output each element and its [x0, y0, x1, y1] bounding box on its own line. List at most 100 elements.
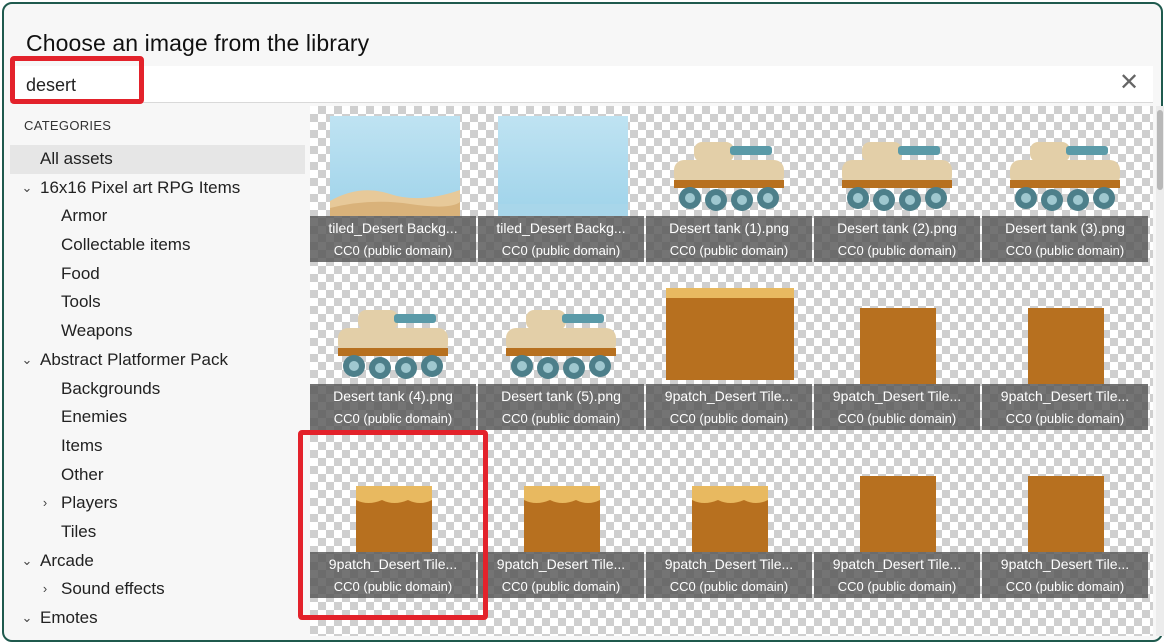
- asset-name: 9patch_Desert Tile...: [814, 552, 980, 576]
- categories-sidebar: CATEGORIES All assets ⌄ 16x16 Pixel art RP…: [10, 108, 305, 638]
- asset-tile[interactable]: 9patch_Desert Tile... CC0 (public domain): [310, 442, 476, 598]
- asset-thumbnail: [814, 106, 980, 216]
- asset-tile[interactable]: Desert tank (2).png CC0 (public domain): [814, 106, 980, 262]
- sidebar-item-all-assets[interactable]: All assets: [10, 145, 305, 174]
- sidebar-item-label: Tiles: [61, 521, 97, 541]
- asset-name: 9patch_Desert Tile...: [646, 384, 812, 408]
- asset-license: CC0 (public domain): [310, 408, 476, 430]
- asset-name: 9patch_Desert Tile...: [310, 552, 476, 576]
- categories-header: CATEGORIES: [24, 118, 112, 133]
- sidebar-item-other[interactable]: Other: [10, 461, 305, 490]
- sidebar-item-label: Enemies: [61, 407, 128, 427]
- sidebar-item-label: Backgrounds: [61, 378, 161, 398]
- sidebar-item-label: Collectable items: [61, 235, 191, 255]
- sidebar-item-weapons[interactable]: Weapons: [10, 317, 305, 346]
- sidebar-item-arcade[interactable]: ⌄ Arcade: [10, 547, 305, 576]
- asset-thumbnail: [982, 442, 1148, 552]
- dialog-title: Choose an image from the library: [26, 30, 370, 56]
- asset-tile[interactable]: tiled_Desert Backg... CC0 (public domain): [310, 106, 476, 262]
- asset-license: CC0 (public domain): [310, 240, 476, 262]
- asset-tile[interactable]: Desert tank (3).png CC0 (public domain): [982, 106, 1148, 262]
- asset-tile[interactable]: 9patch_Desert Tile... CC0 (public domain): [478, 442, 644, 598]
- sidebar-item-label: Emotes: [40, 608, 98, 627]
- asset-tile[interactable]: Desert tank (4).png CC0 (public domain): [310, 274, 476, 430]
- search-bar: ✕: [10, 66, 1153, 103]
- sidebar-item-label: Items: [61, 435, 103, 455]
- sidebar-item-label: Tools: [61, 292, 101, 312]
- asset-name: Desert tank (4).png: [310, 384, 476, 408]
- asset-thumbnail: [982, 274, 1148, 384]
- asset-thumbnail: [646, 442, 812, 552]
- sidebar-item-tiles[interactable]: Tiles: [10, 518, 305, 547]
- asset-thumbnail: [814, 442, 980, 552]
- sidebar-item-abstract-platformer-pack[interactable]: ⌄ Abstract Platformer Pack: [10, 346, 305, 375]
- asset-name: 9patch_Desert Tile...: [982, 384, 1148, 408]
- asset-thumbnail: [310, 442, 476, 552]
- sidebar-item-label: Abstract Platformer Pack: [40, 349, 229, 369]
- sidebar-item-16x16-pixel-art-rpg-items[interactable]: ⌄ 16x16 Pixel art RPG Items: [10, 174, 305, 203]
- sidebar-item-label: Weapons: [61, 321, 133, 341]
- asset-name: 9patch_Desert Tile...: [814, 384, 980, 408]
- sidebar-item-food[interactable]: Food: [10, 260, 305, 289]
- sidebar-item-collectable-items[interactable]: Collectable items: [10, 231, 305, 260]
- asset-thumbnail: [478, 106, 644, 216]
- scrollbar-thumb[interactable]: [1157, 110, 1163, 190]
- asset-grid: tiled_Desert Backg... CC0 (public domain)…: [310, 106, 1153, 636]
- sidebar-item-label: All assets: [40, 149, 113, 168]
- sidebar-item-label: Arcade: [40, 550, 94, 570]
- sidebar-item-sound-effects[interactable]: › Sound effects: [10, 575, 305, 604]
- sidebar-item-emotes[interactable]: ⌄ Emotes: [10, 604, 305, 633]
- asset-license: CC0 (public domain): [814, 408, 980, 430]
- asset-thumbnail: [814, 274, 980, 384]
- sidebar-item-label: Other: [61, 464, 104, 484]
- asset-tile[interactable]: 9patch_Desert Tile... CC0 (public domain): [814, 442, 980, 598]
- asset-license: CC0 (public domain): [646, 408, 812, 430]
- chevron-down-icon[interactable]: ⌄: [20, 174, 34, 202]
- sidebar-item-label: Food: [61, 263, 100, 283]
- asset-license: CC0 (public domain): [814, 240, 980, 262]
- chevron-right-icon[interactable]: ›: [38, 489, 52, 517]
- asset-license: CC0 (public domain): [814, 576, 980, 598]
- asset-name: Desert tank (3).png: [982, 216, 1148, 240]
- sidebar-item-tools[interactable]: Tools: [10, 288, 305, 317]
- asset-thumbnail: [982, 106, 1148, 216]
- asset-thumbnail: [310, 106, 476, 216]
- asset-tile[interactable]: Desert tank (5).png CC0 (public domain): [478, 274, 644, 430]
- asset-license: CC0 (public domain): [478, 576, 644, 598]
- chevron-down-icon[interactable]: ⌄: [20, 547, 34, 575]
- sidebar-item-enemies[interactable]: Enemies: [10, 403, 305, 432]
- asset-tile[interactable]: 9patch_Desert Tile... CC0 (public domain): [982, 274, 1148, 430]
- search-input[interactable]: [24, 72, 1088, 98]
- sidebar-item-label: Armor: [61, 206, 108, 226]
- asset-tile[interactable]: Desert tank (1).png CC0 (public domain): [646, 106, 812, 262]
- asset-thumbnail: [646, 106, 812, 216]
- sidebar-item-label: Sound effects: [61, 579, 165, 599]
- asset-tile[interactable]: 9patch_Desert Tile... CC0 (public domain): [982, 442, 1148, 598]
- grid-scrollbar[interactable]: [1156, 106, 1164, 636]
- asset-license: CC0 (public domain): [982, 240, 1148, 262]
- chevron-down-icon[interactable]: ⌄: [20, 604, 34, 632]
- sidebar-item-armor[interactable]: Armor: [10, 202, 305, 231]
- asset-license: CC0 (public domain): [646, 576, 812, 598]
- asset-license: CC0 (public domain): [982, 576, 1148, 598]
- asset-license: CC0 (public domain): [646, 240, 812, 262]
- asset-name: tiled_Desert Backg...: [310, 216, 476, 240]
- asset-tile[interactable]: 9patch_Desert Tile... CC0 (public domain): [814, 274, 980, 430]
- asset-name: Desert tank (5).png: [478, 384, 644, 408]
- sidebar-item-items[interactable]: Items: [10, 432, 305, 461]
- sidebar-item-backgrounds[interactable]: Backgrounds: [10, 375, 305, 404]
- asset-tile[interactable]: 9patch_Desert Tile... CC0 (public domain): [646, 442, 812, 598]
- asset-tile[interactable]: 9patch_Desert Tile... CC0 (public domain): [646, 274, 812, 430]
- asset-tile[interactable]: tiled_Desert Backg... CC0 (public domain): [478, 106, 644, 262]
- chevron-down-icon[interactable]: ⌄: [20, 346, 34, 374]
- sidebar-item-players[interactable]: › Players: [10, 489, 305, 518]
- asset-license: CC0 (public domain): [478, 240, 644, 262]
- asset-thumbnail: [478, 442, 644, 552]
- sidebar-item-label: Players: [61, 493, 118, 513]
- asset-license: CC0 (public domain): [310, 576, 476, 598]
- asset-thumbnail: [646, 274, 812, 384]
- asset-name: 9patch_Desert Tile...: [646, 552, 812, 576]
- chevron-right-icon[interactable]: ›: [38, 575, 52, 603]
- close-icon[interactable]: ✕: [1117, 70, 1141, 96]
- asset-name: Desert tank (1).png: [646, 216, 812, 240]
